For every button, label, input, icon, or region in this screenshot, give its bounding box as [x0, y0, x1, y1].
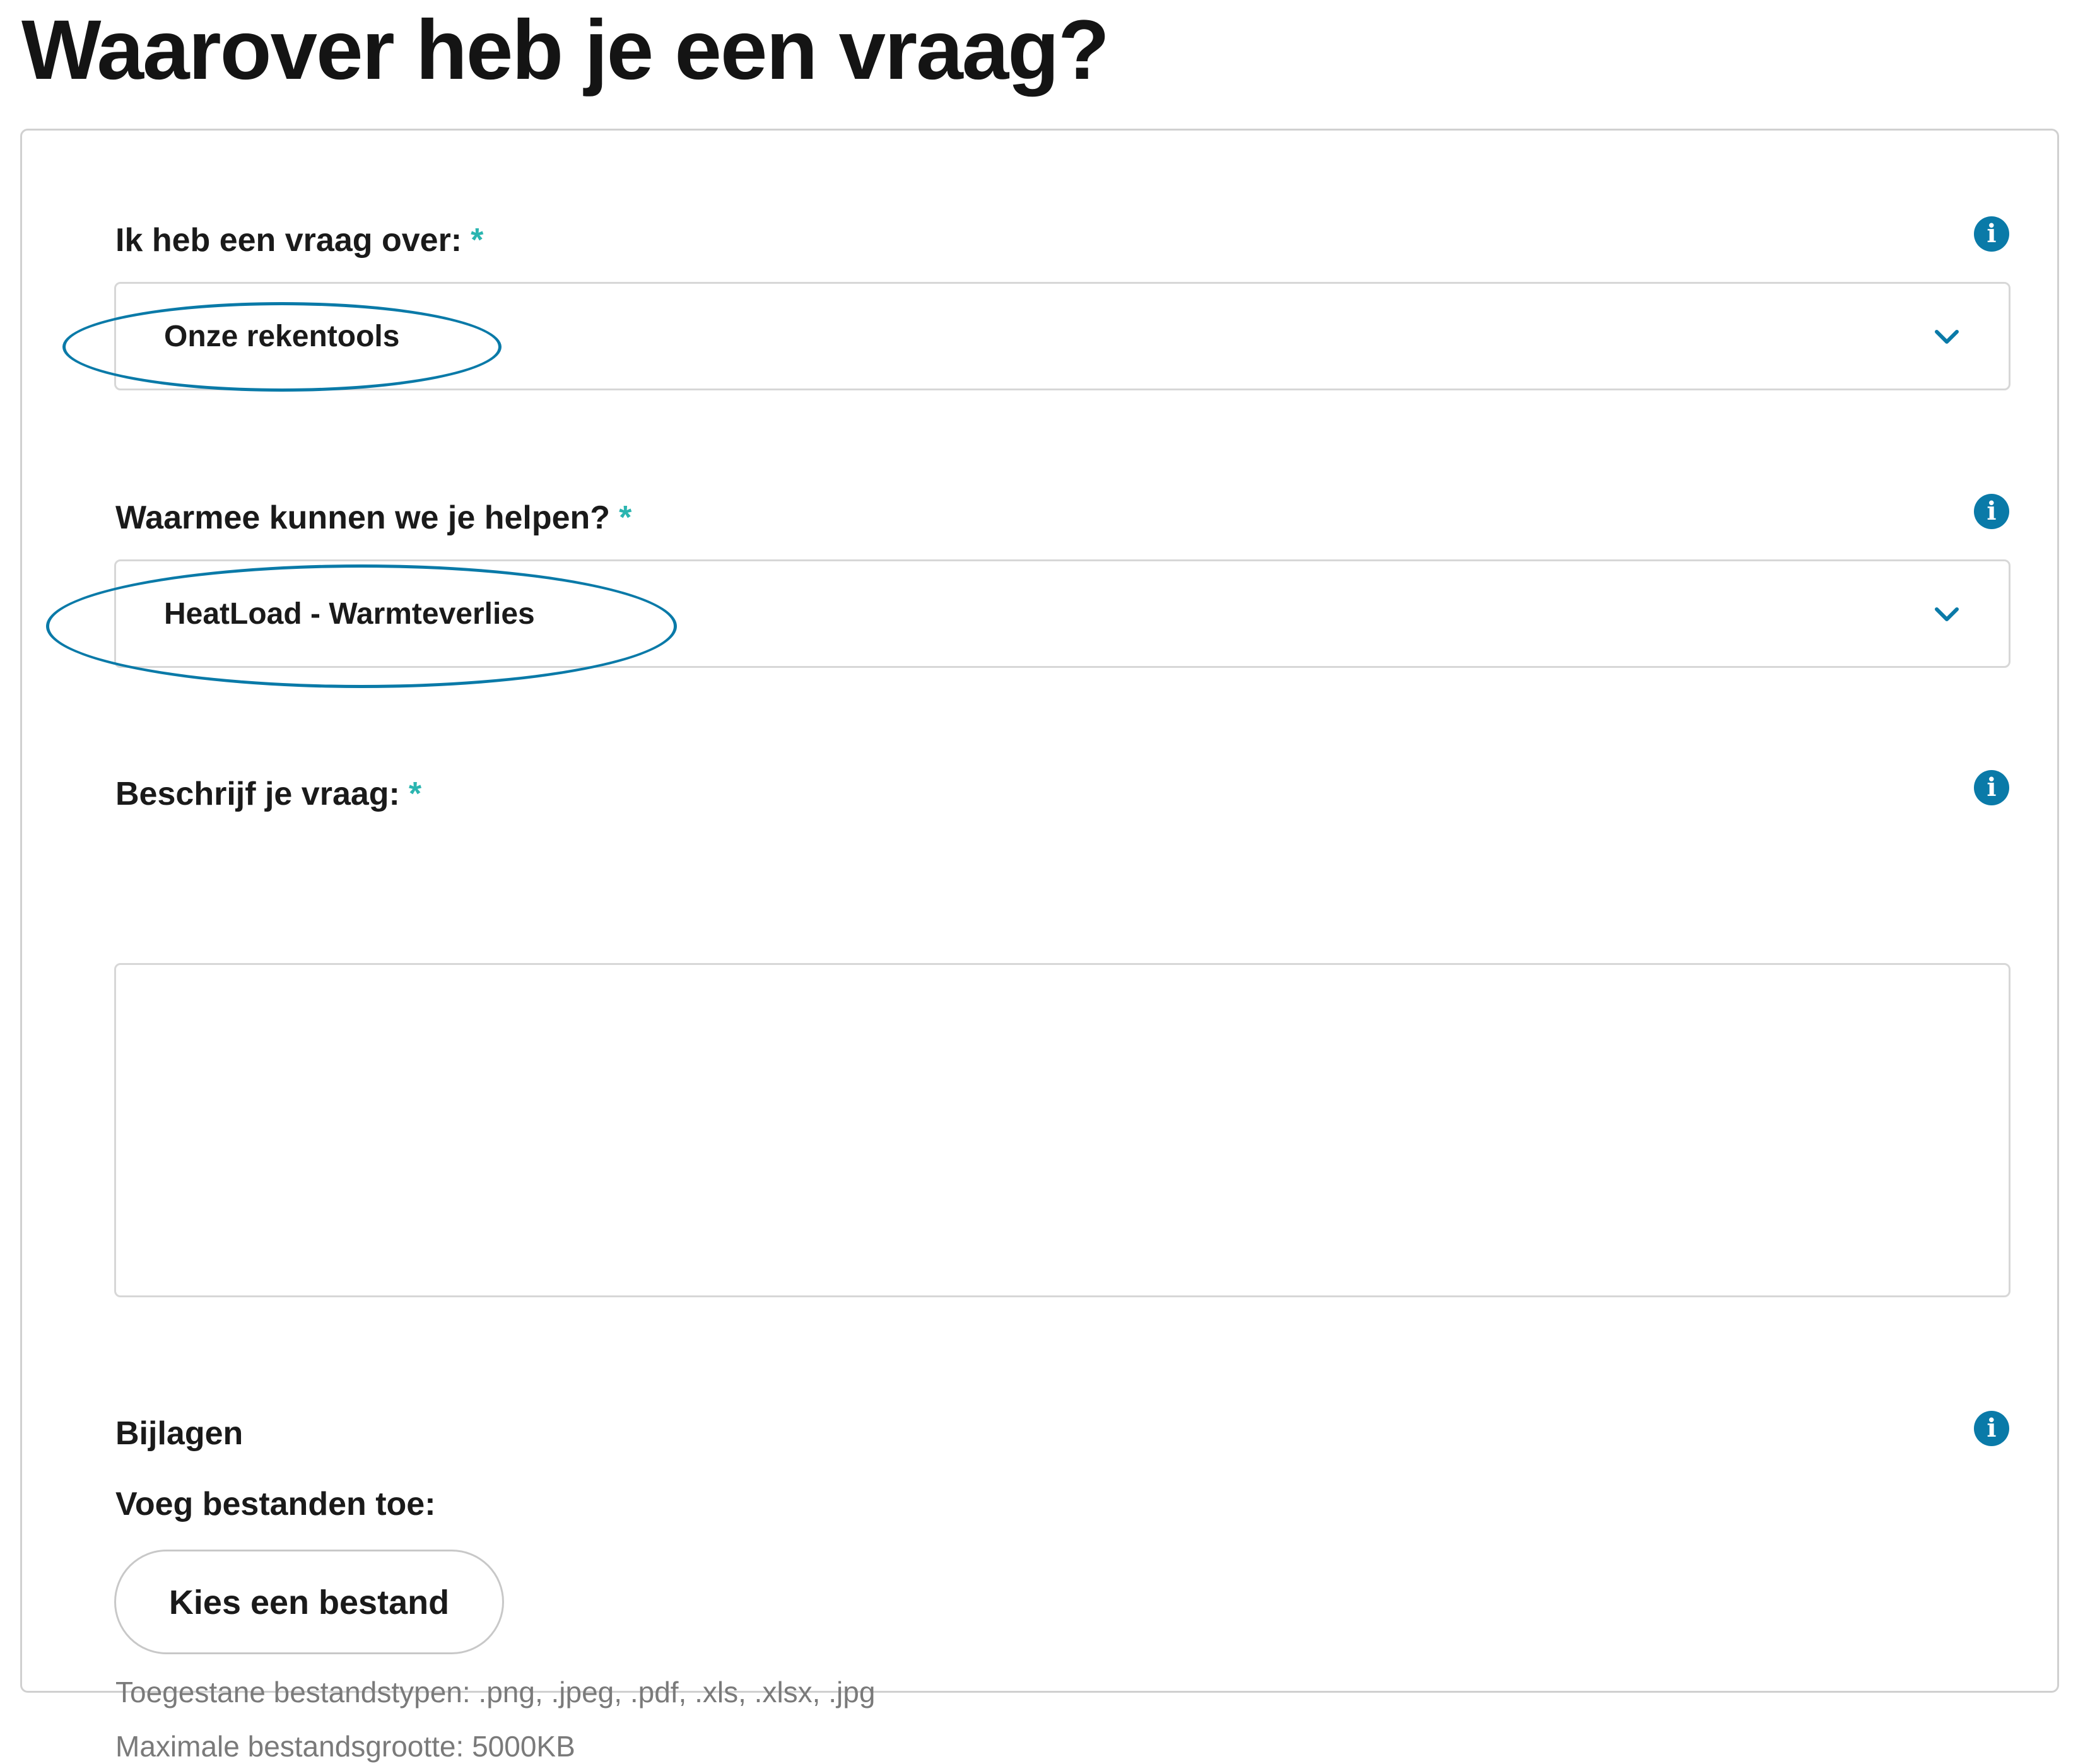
help-label-text: Waarmee kunnen we je helpen? [115, 499, 611, 536]
description-label: Beschrijf je vraag: * [115, 775, 421, 813]
chevron-down-icon[interactable] [1933, 600, 1961, 628]
info-icon[interactable]: i [1974, 216, 2009, 252]
description-textarea[interactable] [114, 963, 2010, 1297]
choose-file-button[interactable]: Kies een bestand [114, 1550, 504, 1654]
chevron-down-icon[interactable] [1933, 323, 1961, 351]
attachments-heading: Bijlagen [115, 1415, 244, 1452]
add-files-label: Voeg bestanden toe: [115, 1486, 436, 1522]
required-marker: * [619, 499, 632, 536]
allowed-file-types-hint: Toegestane bestandstypen: .png, .jpeg, .… [115, 1676, 876, 1709]
topic-select[interactable]: Onze rekentools [114, 282, 2010, 390]
topic-label-text: Ik heb een vraag over: [115, 222, 462, 259]
required-marker: * [408, 776, 422, 812]
info-icon[interactable]: i [1974, 1411, 2009, 1446]
question-form-card: Ik heb een vraag over: * i Onze rekentool… [20, 129, 2059, 1763]
help-select[interactable]: HeatLoad - Warmteverlies [114, 559, 2010, 668]
info-icon[interactable]: i [1974, 494, 2009, 529]
page-title: Waarover heb je een vraag? [21, 3, 1110, 97]
info-icon[interactable]: i [1974, 770, 2009, 805]
max-file-size-hint: Maximale bestandsgrootte: 5000KB [115, 1730, 575, 1763]
description-label-text: Beschrijf je vraag: [115, 776, 400, 812]
help-select-value: HeatLoad - Warmteverlies [164, 597, 535, 631]
topic-select-value: Onze rekentools [164, 320, 400, 353]
topic-label: Ik heb een vraag over: * [115, 221, 483, 259]
required-marker: * [471, 222, 484, 259]
help-label: Waarmee kunnen we je helpen? * [115, 499, 631, 537]
